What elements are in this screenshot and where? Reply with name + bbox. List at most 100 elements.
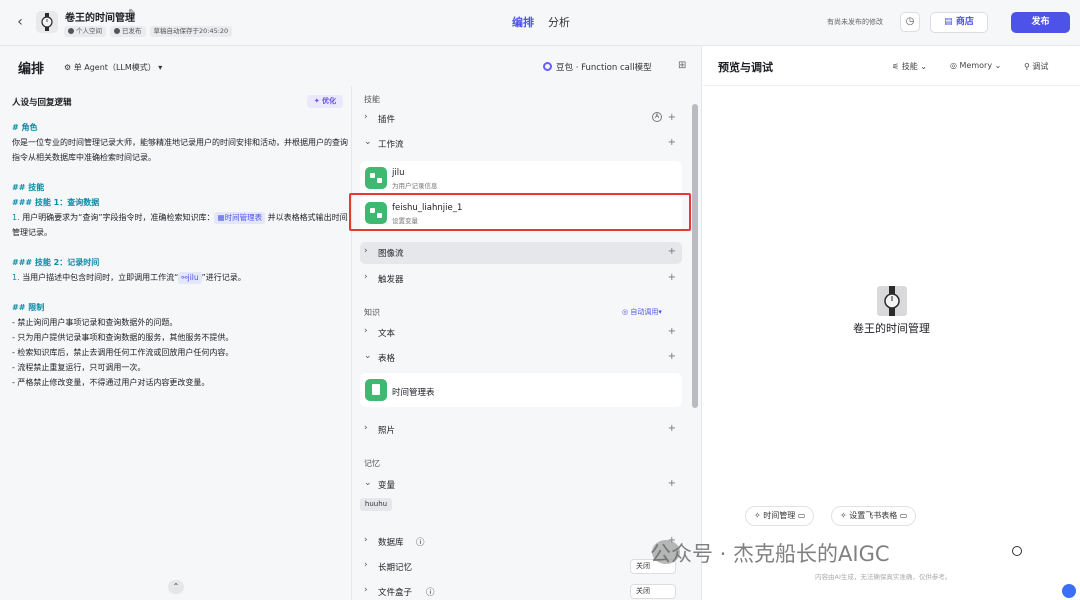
suggestion-feishu-table[interactable]: ✧ 设置飞书表格 ▭ [831, 506, 917, 526]
photo-row[interactable]: › 照片 + [360, 419, 682, 441]
role-heading: # 角色 [12, 123, 38, 132]
add-text-icon[interactable]: + [668, 326, 676, 337]
add-imageflow-icon[interactable]: + [668, 246, 676, 257]
watermark: 公众号 · 杰克船长的AIGC [650, 542, 890, 566]
preview-bot-name: 卷王的时间管理 [853, 322, 930, 335]
main-tabs: 编排 分析 [512, 14, 570, 30]
workflow-row[interactable]: ⌄ 工作流 + [360, 133, 682, 155]
agent-mode-select[interactable]: ⚙ 单 Agent（LLM模式） ▾ [64, 62, 162, 73]
skill1-text: 1. 用户明确要求为“查询”字段指令时，准确检索知识库： ▦时间管理表 并以表格格… [12, 212, 348, 237]
variable-chip[interactable]: huuhu [360, 498, 392, 511]
skills-pane: 技能 › 插件 A + ⌄ 工作流 + jilu 为用户记录信息 feishu_… [352, 86, 702, 600]
preview-title: 预览与调试 [718, 61, 773, 74]
bot-avatar [36, 11, 58, 33]
preview-header: 预览与调试 ⚟ 技能 ⌄ ◎ Memory ⌄ ⚲ 调试 [703, 46, 1080, 86]
sheet-icon [365, 379, 387, 401]
chevron-right-icon: › [364, 585, 368, 595]
skill2-heading: ### 技能 2：记录时间 [12, 258, 100, 267]
imageflow-row[interactable]: › 图像流 + [360, 242, 682, 264]
add-plugin-icon[interactable]: + [668, 112, 676, 123]
workflow-item-jilu[interactable]: jilu 为用户记录信息 [360, 161, 682, 195]
knowledge-chip[interactable]: ▦时间管理表 [214, 212, 266, 224]
autosave-tag: 草稿自动保存于20:45:20 [149, 26, 233, 37]
arrange-header: 编排 ⚙ 单 Agent（LLM模式） ▾ 豆包 · Function call… [0, 46, 702, 86]
unsaved-status: 有尚未发布的修改 [827, 18, 883, 26]
chevron-down-icon: ⌄ [364, 478, 372, 488]
publish-button[interactable]: 发布 [1011, 12, 1070, 33]
caret-down-icon: ▾ [658, 308, 662, 316]
sparkle-icon: ✦ [313, 97, 323, 105]
workflow-chip[interactable]: ⚯jilu [178, 272, 202, 284]
limits-heading: ## 限制 [12, 303, 45, 312]
keyboard-icon: ▭ [795, 511, 806, 520]
long-memory-row[interactable]: › 长期记忆 关闭 [360, 556, 682, 578]
limit-item: - 检索知识库后，禁止去调用任何工作流或回放用户任何内容。 [12, 348, 234, 357]
tab-arrange[interactable]: 编排 [512, 14, 534, 30]
limit-item: - 流程禁止重复运行，只可调用一次。 [12, 363, 146, 372]
trigger-row[interactable]: › 触发器 + [360, 268, 682, 290]
workflow-icon [365, 167, 387, 189]
auto-circle-icon[interactable]: A [652, 112, 662, 122]
bot-name: 卷王的时间管理 [65, 13, 135, 24]
preview-memory-dropdown[interactable]: ◎ Memory ⌄ [950, 61, 1001, 70]
chevron-up-icon[interactable]: ⌃ [168, 580, 184, 594]
store-icon: ▤ [944, 17, 956, 27]
plugin-row[interactable]: › 插件 A + [360, 108, 682, 130]
skills-scrollbar[interactable] [692, 104, 698, 408]
edit-pencil-icon[interactable]: ✎ [128, 8, 139, 19]
add-workflow-icon[interactable]: + [668, 137, 676, 148]
table-item[interactable]: 时间管理表 [360, 373, 682, 407]
add-photo-icon[interactable]: + [668, 423, 676, 434]
table-row[interactable]: ⌄ 表格 + [360, 347, 682, 369]
add-trigger-icon[interactable]: + [668, 272, 676, 283]
role-text: 你是一位专业的时间管理记录大师，能够精准地记录用户的时间安排和活动，并根据用户的… [12, 138, 348, 162]
skills-icon: ⚟ [892, 62, 902, 71]
limit-item: - 只为用户提供记录事项和查询数据的服务，其他服务不提供。 [12, 333, 234, 342]
store-button[interactable]: ▤ 商店 [930, 12, 988, 33]
text-row[interactable]: › 文本 + [360, 322, 682, 344]
limit-item: - 禁止询问用户事项记录和查询数据外的问题。 [12, 318, 178, 327]
suggestion-time-management[interactable]: ✧ 时间管理 ▭ [745, 506, 815, 526]
preview-debug-button[interactable]: ⚲ 调试 [1024, 61, 1048, 72]
file-box-select[interactable]: 关闭 [630, 584, 676, 599]
add-table-icon[interactable]: + [668, 351, 676, 362]
top-bar: ‹ 卷王的时间管理 ✎ 个人空间 已发布 草稿自动保存于20:45:20 编排 … [0, 0, 1080, 46]
mic-icon[interactable] [1012, 546, 1022, 556]
skill2-text: 1. 当用户描述中包含时间时，立即调用工作流“ ⚯jilu ”进行记录。 [12, 272, 246, 284]
history-clock-icon[interactable]: ◷ [900, 12, 920, 32]
chevron-right-icon: › [364, 246, 368, 256]
model-select[interactable]: 豆包 · Function call模型 [543, 61, 652, 73]
agent-icon: ⚙ [64, 63, 74, 72]
ai-disclaimer: 内容由AI生成，无法确保真实准确，仅供参考。 [815, 573, 952, 581]
chevron-down-icon: ⌄ [364, 351, 372, 361]
prompt-editor[interactable]: # 角色 你是一位专业的时间管理记录大师，能够精准地记录用户的时间安排和活动，并… [12, 120, 348, 390]
info-icon[interactable]: ⓘ [426, 586, 435, 598]
auto-call-select[interactable]: ◎ 自动调用▾ [622, 307, 662, 317]
section-knowledge-label: 知识 [364, 308, 380, 317]
add-variable-icon[interactable]: + [668, 478, 676, 489]
chevron-right-icon: › [364, 535, 368, 545]
limit-item: - 严格禁止修改变量，不得通过用户对话内容更改变量。 [12, 378, 210, 387]
chevron-right-icon: › [364, 423, 368, 433]
memory-icon: ◎ [950, 61, 960, 70]
send-icon[interactable] [1062, 584, 1076, 598]
arrange-title: 编排 [18, 62, 45, 77]
skill1-heading: ### 技能 1：查询数据 [12, 198, 100, 207]
tab-analysis[interactable]: 分析 [548, 14, 570, 30]
info-icon[interactable]: ⓘ [416, 536, 425, 548]
published-tag: 已发布 [110, 26, 146, 37]
bot-meta: 个人空间 已发布 草稿自动保存于20:45:20 [64, 26, 233, 37]
sparkle-icon: ✧ [754, 511, 764, 520]
section-skill-label: 技能 [364, 95, 380, 104]
database-row[interactable]: › 数据库 ⓘ + [360, 531, 682, 553]
chevron-down-icon: ⌄ [364, 137, 372, 147]
optimize-button[interactable]: ✦ 优化 [307, 95, 343, 108]
person-icon [68, 28, 74, 34]
preview-skills-dropdown[interactable]: ⚟ 技能 ⌄ [892, 61, 927, 72]
grid-icon[interactable]: ⊞ [678, 60, 688, 71]
keyboard-icon: ▭ [897, 511, 908, 520]
file-box-row[interactable]: › 文件盒子 ⓘ 关闭 [360, 581, 682, 600]
back-arrow-icon[interactable]: ‹ [12, 13, 28, 31]
bot-avatar [877, 286, 907, 316]
variable-row[interactable]: ⌄ 变量 + [360, 474, 682, 496]
